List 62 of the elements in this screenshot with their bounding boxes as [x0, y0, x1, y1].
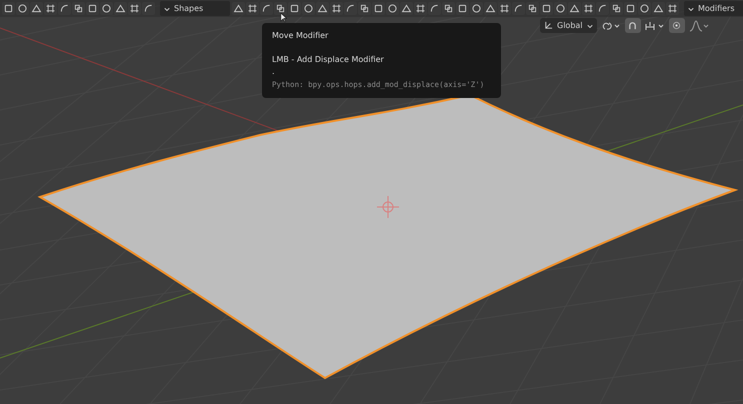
dropdown-label: Shapes — [174, 2, 204, 14]
tool-button[interactable] — [484, 2, 497, 15]
tool-button[interactable] — [316, 2, 329, 15]
tool-button[interactable] — [652, 2, 665, 15]
proportional-editing-toggle[interactable] — [668, 18, 685, 33]
tool-button[interactable] — [128, 2, 141, 15]
dropdown[interactable]: Shapes — [160, 1, 230, 16]
caret-icon — [164, 6, 170, 12]
dropdown[interactable]: Modifiers — [684, 1, 743, 16]
tool-button[interactable] — [526, 2, 539, 15]
tool-button[interactable] — [100, 2, 113, 15]
tool-button[interactable] — [624, 2, 637, 15]
tool-button[interactable] — [512, 2, 525, 15]
tool-button[interactable] — [30, 2, 43, 15]
tool-button[interactable] — [330, 2, 343, 15]
tool-button[interactable] — [540, 2, 553, 15]
falloff-curve-icon[interactable] — [688, 20, 709, 32]
snap-toggle[interactable] — [624, 18, 641, 33]
snap-target-icon[interactable] — [644, 20, 665, 32]
tool-button[interactable] — [232, 2, 245, 15]
tool-button[interactable] — [114, 2, 127, 15]
target-icon — [672, 21, 682, 30]
tool-button[interactable] — [260, 2, 273, 15]
tool-button[interactable] — [498, 2, 511, 15]
tool-button[interactable] — [568, 2, 581, 15]
axes-icon — [544, 21, 553, 30]
tool-button[interactable] — [554, 2, 567, 15]
tool-button[interactable] — [666, 2, 679, 15]
tool-button[interactable] — [582, 2, 595, 15]
caret-icon — [586, 22, 593, 28]
pivot-icon[interactable] — [600, 20, 621, 32]
tool-button[interactable] — [456, 2, 469, 15]
tool-button[interactable] — [274, 2, 287, 15]
tool-button[interactable] — [386, 2, 399, 15]
tool-button[interactable] — [638, 2, 651, 15]
tool-button[interactable] — [2, 2, 15, 15]
tool-button[interactable] — [246, 2, 259, 15]
tool-button[interactable] — [344, 2, 357, 15]
tool-button[interactable] — [372, 2, 385, 15]
dropdown-label: Modifiers — [698, 2, 735, 14]
tooltip-text: LMB - Add Displace Modifier — [272, 54, 385, 66]
orientation-dropdown[interactable]: Global — [540, 18, 597, 33]
tool-button[interactable] — [400, 2, 413, 15]
tool-button[interactable] — [428, 2, 441, 15]
tool-button[interactable] — [470, 2, 483, 15]
tool-button[interactable] — [86, 2, 99, 15]
tool-button[interactable] — [610, 2, 623, 15]
tool-button[interactable] — [44, 2, 57, 15]
tool-button[interactable] — [16, 2, 29, 15]
tool-button[interactable] — [142, 2, 155, 15]
tool-button[interactable] — [58, 2, 71, 15]
caret-icon — [688, 6, 694, 12]
tool-button[interactable] — [596, 2, 609, 15]
tool-button[interactable] — [302, 2, 315, 15]
tool-button[interactable] — [72, 2, 85, 15]
tool-button[interactable] — [358, 2, 371, 15]
tool-button[interactable] — [414, 2, 427, 15]
tool-button[interactable] — [442, 2, 455, 15]
magnet-icon — [628, 21, 638, 30]
tooltip-text: . — [272, 66, 276, 78]
tool-button[interactable] — [288, 2, 301, 15]
tooltip-title: Move Modifier — [272, 31, 330, 41]
